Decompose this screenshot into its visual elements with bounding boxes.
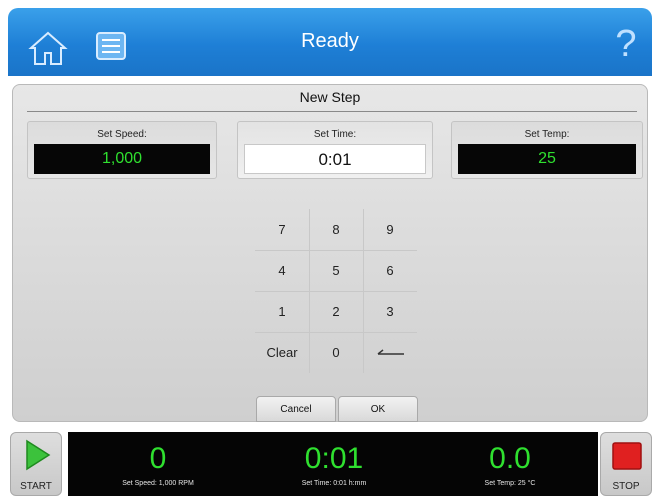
key-5[interactable]: 5 — [309, 250, 363, 291]
key-0[interactable]: 0 — [309, 332, 363, 373]
set-temp-value[interactable]: 25 — [458, 144, 636, 174]
status-temp: 0.0 Set Temp: 25 °C — [422, 432, 598, 496]
page-title: Ready — [301, 30, 359, 52]
key-1[interactable]: 1 — [255, 291, 309, 332]
set-temp-field[interactable]: Set Temp: 25 — [451, 121, 643, 179]
key-7[interactable]: 7 — [255, 209, 309, 250]
backspace-icon — [377, 349, 404, 355]
key-9[interactable]: 9 — [363, 209, 417, 250]
key-8[interactable]: 8 — [309, 209, 363, 250]
key-4[interactable]: 4 — [255, 250, 309, 291]
stop-button[interactable]: STOP — [600, 432, 652, 496]
set-speed-label: Set Speed: — [97, 129, 147, 140]
current-time-value: 0:01 — [304, 442, 364, 475]
set-time-field[interactable]: Set Time: 0:01 — [237, 121, 433, 179]
start-label: START — [20, 481, 52, 492]
stop-label: STOP — [612, 481, 640, 492]
stop-icon — [612, 442, 642, 470]
key-2[interactable]: 2 — [309, 291, 363, 332]
dialog-actions: Cancel OK — [256, 396, 418, 422]
title-divider — [27, 111, 637, 112]
set-time-value[interactable]: 0:01 — [244, 144, 426, 174]
backspace-key[interactable] — [363, 332, 417, 373]
status-time: 0:01 Set Time: 0:01 h:mm — [246, 432, 422, 496]
help-icon[interactable]: ? — [614, 22, 638, 66]
set-temp-status-label: Set Temp: 25 °C — [484, 480, 536, 487]
start-button[interactable]: START — [10, 432, 62, 496]
status-bar: 0 Set Speed: 1,000 RPM 0:01 Set Time: 0:… — [68, 432, 598, 496]
set-temp-label: Set Temp: — [524, 129, 570, 140]
set-speed-field[interactable]: Set Speed: 1,000 — [27, 121, 217, 179]
key-3[interactable]: 3 — [363, 291, 417, 332]
set-speed-status-label: Set Speed: 1,000 RPM — [122, 480, 194, 487]
numeric-keypad: 7 8 9 4 5 6 1 2 3 Clear 0 — [255, 209, 417, 373]
new-step-panel: New Step Set Speed: 1,000 Set Time: 0:01… — [12, 84, 648, 422]
play-icon — [26, 439, 51, 471]
clear-key[interactable]: Clear — [255, 332, 309, 373]
set-time-status-label: Set Time: 0:01 h:mm — [301, 480, 367, 487]
set-time-label: Set Time: — [313, 129, 357, 140]
dialog-title: New Step — [299, 89, 361, 105]
status-speed: 0 Set Speed: 1,000 RPM — [70, 432, 246, 496]
current-speed-value: 0 — [149, 442, 167, 475]
key-6[interactable]: 6 — [363, 250, 417, 291]
set-speed-value[interactable]: 1,000 — [34, 144, 210, 174]
ok-button[interactable]: OK — [338, 396, 418, 422]
cancel-button[interactable]: Cancel — [256, 396, 336, 422]
current-temp-value: 0.0 — [489, 442, 531, 475]
top-bar: Ready ? — [8, 8, 652, 76]
